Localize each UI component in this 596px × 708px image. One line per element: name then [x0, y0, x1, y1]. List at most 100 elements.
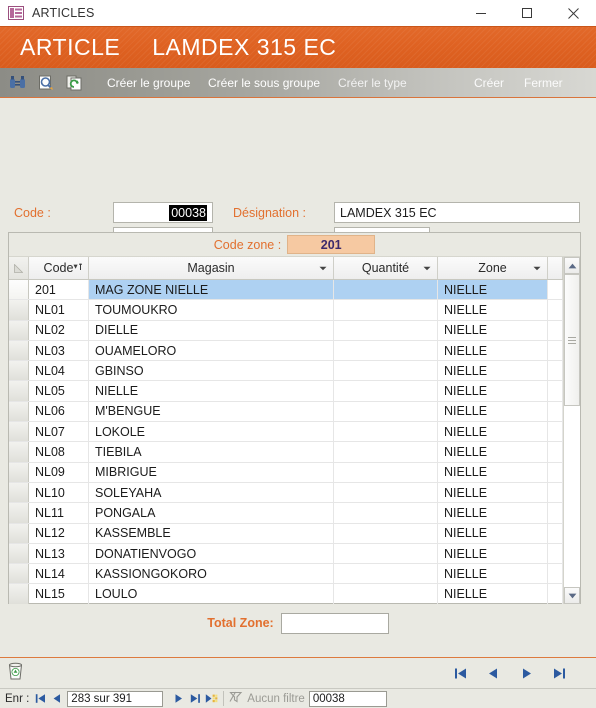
cell-code[interactable]: NL12: [29, 523, 89, 543]
minimize-button[interactable]: [458, 0, 504, 26]
scrollbar-thumb[interactable]: [564, 274, 580, 406]
table-row[interactable]: NL13 DONATIENVOGO NIELLE: [9, 543, 563, 565]
cell-code[interactable]: NL15: [29, 584, 89, 604]
cell-zone[interactable]: NIELLE: [438, 361, 548, 381]
cell-zone[interactable]: NIELLE: [438, 320, 548, 340]
cell-zone[interactable]: NIELLE: [438, 523, 548, 543]
row-selector[interactable]: [9, 503, 29, 523]
new-record-icon[interactable]: [205, 693, 218, 704]
table-row[interactable]: NL08 TIEBILA NIELLE: [9, 442, 563, 463]
cell-zone[interactable]: NIELLE: [438, 482, 548, 503]
cell-qte[interactable]: [334, 564, 438, 584]
scrollbar-track[interactable]: [564, 274, 580, 587]
scroll-down-button[interactable]: [564, 587, 580, 604]
datasheet-vertical-scrollbar[interactable]: [563, 257, 580, 604]
table-row[interactable]: NL12 KASSEMBLE NIELLE: [9, 523, 563, 544]
cell-code[interactable]: NL04: [29, 361, 89, 381]
code-zone-field[interactable]: 201: [287, 235, 376, 254]
table-row[interactable]: NL06 M'BENGUE NIELLE: [9, 401, 563, 423]
column-header-zone[interactable]: Zone: [438, 257, 548, 279]
filter-status[interactable]: Aucun filtre: [229, 691, 305, 706]
close-button[interactable]: [550, 0, 596, 26]
create-button[interactable]: Créer: [474, 76, 504, 90]
next-record-icon[interactable]: [520, 667, 533, 680]
cell-magasin[interactable]: TIEBILA: [89, 442, 334, 462]
table-row[interactable]: NL07 LOKOLE NIELLE: [9, 422, 563, 443]
cell-magasin[interactable]: MIBRIGUE: [89, 462, 334, 482]
row-selector[interactable]: [9, 543, 29, 564]
row-selector[interactable]: [9, 300, 29, 320]
cell-qte[interactable]: [334, 361, 438, 381]
row-selector[interactable]: [9, 340, 29, 361]
chevron-down-icon[interactable]: [423, 264, 431, 273]
cell-qte[interactable]: [334, 503, 438, 523]
create-group-button[interactable]: Créer le groupe: [107, 76, 190, 90]
cell-magasin[interactable]: M'BENGUE: [89, 401, 334, 422]
scroll-up-button[interactable]: [564, 257, 580, 274]
cell-qte[interactable]: [334, 523, 438, 543]
record-first-icon[interactable]: [35, 693, 46, 704]
record-previous-icon[interactable]: [52, 693, 63, 704]
cell-magasin[interactable]: GBINSO: [89, 361, 334, 381]
table-row[interactable]: NL10 SOLEYAHA NIELLE: [9, 482, 563, 504]
cell-qte[interactable]: [334, 482, 438, 503]
cell-zone[interactable]: NIELLE: [438, 401, 548, 422]
cell-qte[interactable]: [334, 422, 438, 442]
cell-code[interactable]: NL05: [29, 381, 89, 401]
row-selector[interactable]: [9, 422, 29, 442]
table-row[interactable]: NL14 KASSIONGOKORO NIELLE: [9, 564, 563, 585]
cell-zone[interactable]: NIELLE: [438, 340, 548, 361]
table-row[interactable]: NL09 MIBRIGUE NIELLE: [9, 462, 563, 483]
table-row[interactable]: NL02 DIELLE NIELLE: [9, 320, 563, 341]
total-zone-field[interactable]: [280, 612, 389, 634]
cell-code[interactable]: NL01: [29, 300, 89, 320]
cell-code[interactable]: NL02: [29, 320, 89, 340]
cell-magasin[interactable]: PONGALA: [89, 503, 334, 523]
cell-qte[interactable]: [334, 280, 438, 300]
cell-code[interactable]: NL14: [29, 564, 89, 584]
maximize-button[interactable]: [504, 0, 550, 26]
row-selector[interactable]: [9, 401, 29, 422]
row-selector[interactable]: [9, 361, 29, 381]
cell-magasin[interactable]: DIELLE: [89, 320, 334, 340]
cell-code[interactable]: NL11: [29, 503, 89, 523]
cell-magasin[interactable]: NIELLE: [89, 381, 334, 401]
close-form-button[interactable]: Fermer: [524, 76, 563, 90]
table-row[interactable]: NL11 PONGALA NIELLE: [9, 503, 563, 524]
search-input[interactable]: 00038: [308, 690, 387, 707]
table-row[interactable]: NL04 GBINSO NIELLE: [9, 361, 563, 382]
column-header-quantite[interactable]: Quantité: [334, 257, 438, 279]
cell-zone[interactable]: NIELLE: [438, 584, 548, 604]
chevron-down-icon[interactable]: [533, 264, 541, 273]
cell-qte[interactable]: [334, 340, 438, 361]
duplicate-refresh-icon[interactable]: [64, 73, 86, 93]
column-header-magasin[interactable]: Magasin: [89, 257, 334, 279]
cell-code[interactable]: NL09: [29, 462, 89, 482]
previous-record-icon[interactable]: [487, 667, 500, 680]
select-all-corner[interactable]: [9, 257, 29, 279]
create-type-button[interactable]: Créer le type: [338, 76, 407, 90]
designation-field[interactable]: LAMDEX 315 EC: [334, 202, 580, 223]
chevron-down-icon[interactable]: [319, 264, 327, 273]
row-selector[interactable]: [9, 564, 29, 584]
cell-qte[interactable]: [334, 543, 438, 564]
row-selector[interactable]: [9, 381, 29, 401]
recycle-bin-icon[interactable]: [7, 661, 24, 685]
cell-qte[interactable]: [334, 442, 438, 462]
cell-code[interactable]: NL10: [29, 482, 89, 503]
create-subgroup-button[interactable]: Créer le sous groupe: [208, 76, 320, 90]
magnifier-edit-icon[interactable]: [35, 73, 57, 93]
cell-code[interactable]: NL13: [29, 543, 89, 564]
table-row[interactable]: NL03 OUAMELORO NIELLE: [9, 340, 563, 362]
row-selector[interactable]: [9, 584, 29, 604]
code-field[interactable]: 00038: [113, 202, 213, 223]
cell-qte[interactable]: [334, 462, 438, 482]
cell-zone[interactable]: NIELLE: [438, 280, 548, 300]
cell-qte[interactable]: [334, 381, 438, 401]
row-selector[interactable]: [9, 462, 29, 482]
row-selector[interactable]: [9, 280, 29, 300]
binoculars-find-icon[interactable]: [6, 73, 28, 93]
last-record-icon[interactable]: [553, 667, 566, 680]
cell-magasin[interactable]: MAG ZONE NIELLE: [89, 280, 334, 300]
cell-code[interactable]: 201: [29, 280, 89, 300]
